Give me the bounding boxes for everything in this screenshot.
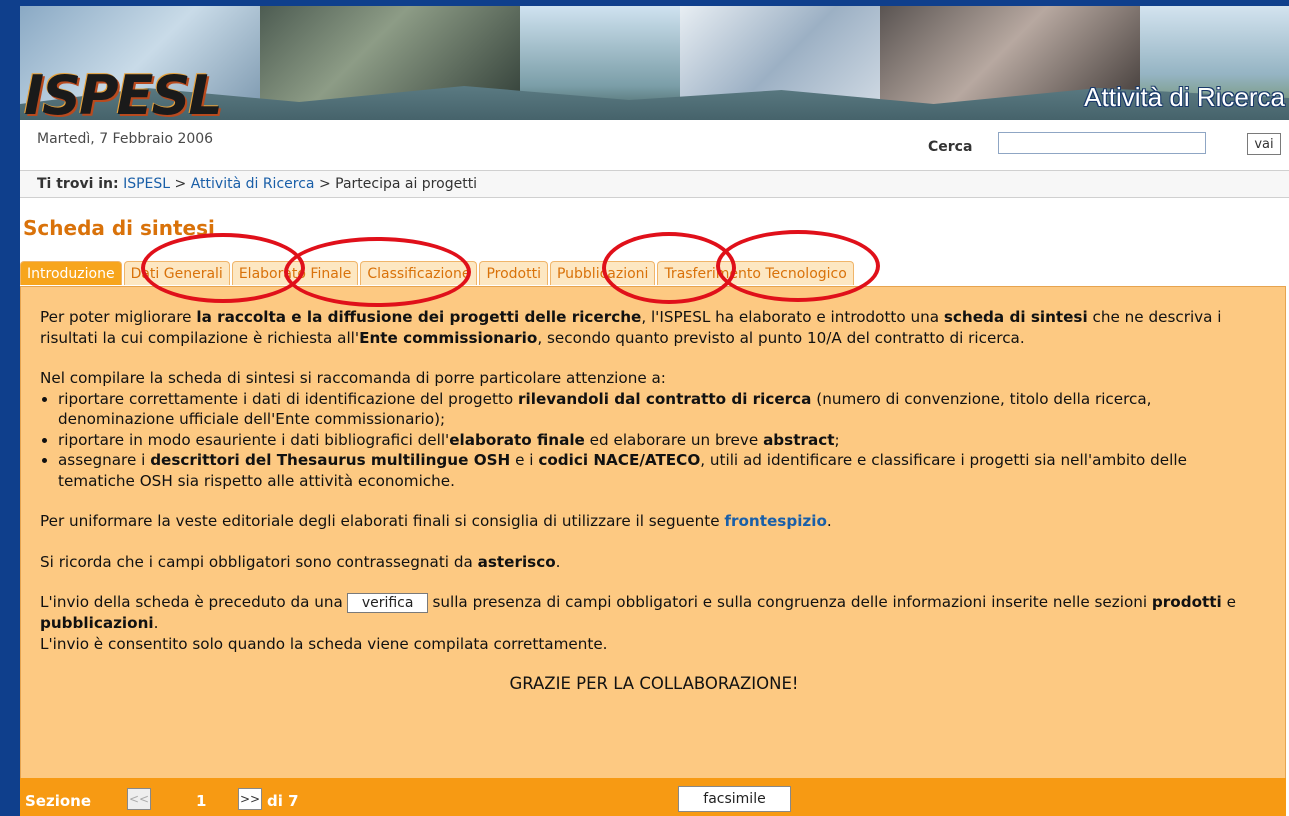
- list-item: riportare in modo esauriente i dati bibl…: [58, 430, 1268, 451]
- text: .: [153, 614, 159, 632]
- section-number: 1: [196, 792, 207, 810]
- ispesl-logo[interactable]: ISPESL: [24, 64, 223, 120]
- breadcrumb-link-ispesl[interactable]: ISPESL: [123, 176, 170, 192]
- text-bold: Ente commissionario: [359, 328, 538, 347]
- breadcrumb-separator: >: [318, 176, 331, 192]
- text: assegnare i: [58, 451, 151, 469]
- verifica-button[interactable]: verifica: [346, 593, 429, 613]
- prev-section-button[interactable]: <<: [127, 788, 151, 810]
- banner-title: Attività di Ricerca: [1084, 82, 1285, 112]
- tab-introduzione[interactable]: Introduzione: [20, 261, 122, 285]
- recommendations-list: riportare correttamente i dati di identi…: [40, 389, 1268, 492]
- tab-prodotti[interactable]: Prodotti: [479, 261, 548, 285]
- thanks-message: GRAZIE PER LA COLLABORAZIONE!: [509, 674, 799, 693]
- text-bold: elaborato finale: [449, 430, 585, 449]
- text: , secondo quanto previsto al punto 10/A …: [537, 328, 1025, 347]
- breadcrumb: Ti trovi in: ISPESL > Attività di Ricerc…: [37, 176, 477, 192]
- text-bold: prodotti: [1151, 593, 1222, 611]
- text-bold: abstract: [763, 430, 835, 449]
- text: riportare correttamente i dati di identi…: [58, 389, 519, 408]
- breadcrumb-link-attivita[interactable]: Attività di Ricerca: [191, 176, 315, 192]
- search-button[interactable]: vai: [1247, 133, 1281, 155]
- text-bold: scheda di sintesi: [943, 308, 1088, 326]
- page-frame: ISPESL Attività di Ricerca Martedì, 7 Fe…: [20, 6, 1289, 816]
- text-bold: asterisco: [477, 552, 556, 571]
- verifica-paragraph: L'invio della scheda è preceduto da una v…: [40, 592, 1268, 654]
- intro-paragraph: Per poter migliorare la raccolta e la di…: [40, 307, 1268, 348]
- header-banner: ISPESL Attività di Ricerca: [20, 6, 1289, 120]
- facsimile-button[interactable]: facsimile: [678, 786, 791, 812]
- text-bold: codici NACE/ATECO: [538, 451, 701, 469]
- current-date: Martedì, 7 Febbraio 2006: [37, 131, 214, 147]
- frontespizio-link[interactable]: frontespizio: [724, 512, 827, 530]
- tab-pubblicazioni[interactable]: Pubblicazioni: [549, 261, 656, 285]
- recommendations-intro: Nel compilare la scheda di sintesi si ra…: [40, 369, 666, 387]
- text: Si ricorda che i campi obbligatori sono …: [40, 552, 478, 571]
- text-bold: descrittori del Thesaurus multilingue OS…: [150, 451, 511, 469]
- frontespizio-paragraph: Per uniformare la veste editoriale degli…: [40, 511, 1268, 532]
- text: ;: [834, 430, 840, 449]
- text: riportare in modo esauriente i dati bibl…: [58, 430, 450, 449]
- text: L'invio è consentito solo quando la sche…: [40, 634, 608, 653]
- text: , l'ISPESL ha elaborato e introdotto una: [641, 308, 944, 326]
- list-item: assegnare i descrittori del Thesaurus mu…: [58, 450, 1268, 491]
- tab-elaborato-finale[interactable]: Elaborato Finale: [231, 261, 359, 285]
- list-item: riportare correttamente i dati di identi…: [58, 389, 1268, 430]
- text: e: [1221, 593, 1236, 611]
- text: ed elaborare un breve: [584, 430, 764, 449]
- breadcrumb-separator: >: [174, 176, 187, 192]
- text-bold: la raccolta e la diffusione dei progetti…: [196, 308, 642, 326]
- text: Per uniformare la veste editoriale degli…: [40, 512, 725, 530]
- tab-classificazione[interactable]: Classificazione: [360, 261, 478, 285]
- text: e i: [510, 451, 539, 469]
- section-total: di 7: [267, 792, 299, 810]
- text-bold: rilevandoli dal contratto di ricerca: [518, 389, 812, 408]
- page-title: Scheda di sintesi: [23, 216, 215, 240]
- text: .: [826, 512, 832, 530]
- tab-dati-generali[interactable]: Dati Generali: [123, 261, 230, 285]
- asterisk-paragraph: Si ricorda che i campi obbligatori sono …: [40, 552, 1268, 573]
- next-section-button[interactable]: >>: [238, 788, 262, 810]
- tab-bar: Introduzione Dati Generali Elaborato Fin…: [20, 261, 856, 287]
- search-label: Cerca: [928, 139, 973, 155]
- section-label: Sezione: [25, 792, 92, 810]
- text: sulla presenza di campi obbligatori e su…: [432, 593, 1152, 611]
- text: L'invio della scheda è preceduto da una: [40, 593, 343, 611]
- breadcrumb-prefix: Ti trovi in:: [37, 176, 119, 192]
- search-input[interactable]: [998, 132, 1206, 154]
- content-panel: Per poter migliorare la raccolta e la di…: [20, 286, 1286, 779]
- text: .: [555, 552, 561, 571]
- text: Per poter migliorare: [40, 308, 197, 326]
- tab-trasferimento-tecnologico[interactable]: Trasferimento Tecnologico: [657, 261, 854, 285]
- text-bold: pubblicazioni: [40, 614, 154, 632]
- section-nav-bar: Sezione << 1 >> di 7 facsimile: [20, 778, 1286, 816]
- breadcrumb-current: Partecipa ai progetti: [335, 176, 478, 192]
